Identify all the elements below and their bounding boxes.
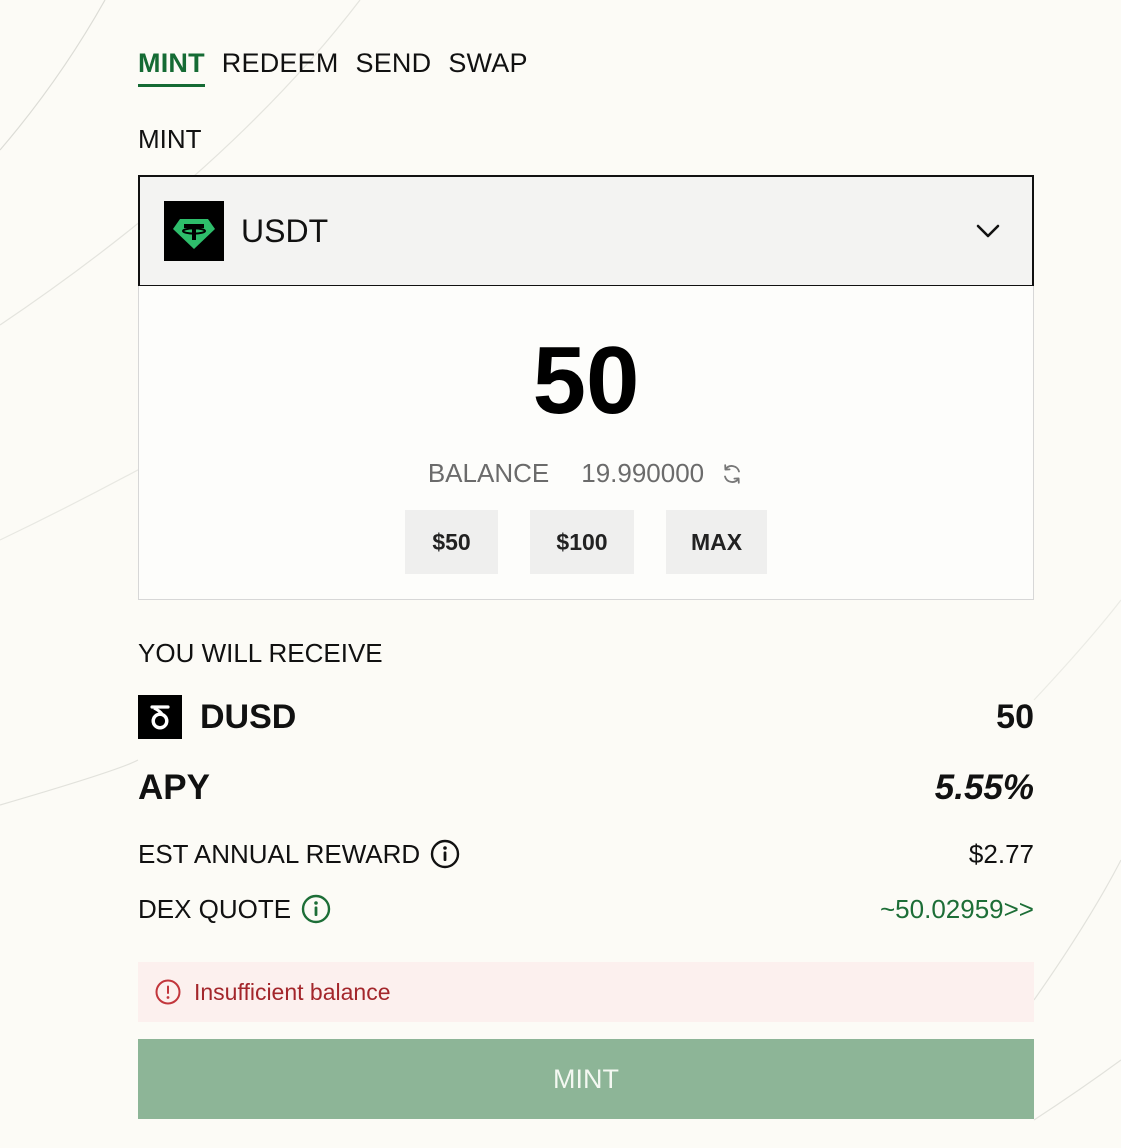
- apy-label: APY: [138, 768, 210, 807]
- dusd-logo-icon: [138, 695, 182, 739]
- receive-section-label: YOU WILL RECEIVE: [138, 638, 383, 668]
- mint-button[interactable]: MINT: [138, 1039, 1034, 1119]
- info-icon[interactable]: [430, 839, 460, 869]
- tab-mint[interactable]: MINT: [138, 46, 205, 87]
- receive-token-symbol: DUSD: [200, 697, 297, 736]
- token-select-dropdown[interactable]: USDT: [138, 175, 1034, 287]
- tab-redeem[interactable]: REDEEM: [222, 46, 339, 87]
- error-alert: Insufficient balance: [138, 962, 1034, 1022]
- balance-row: BALANCE 19.990000: [139, 458, 1033, 489]
- est-annual-reward-value: $2.77: [968, 838, 1034, 869]
- est-annual-reward-label: EST ANNUAL REWARD: [138, 838, 421, 869]
- dex-quote-link[interactable]: ~50.02959>>: [880, 894, 1034, 925]
- tab-swap[interactable]: SWAP: [448, 46, 527, 87]
- alert-circle-icon: [155, 979, 181, 1005]
- dex-quote-label: DEX QUOTE: [138, 893, 292, 924]
- amount-input[interactable]: 50: [139, 326, 1033, 436]
- receive-token-row: DUSD 50: [138, 694, 1034, 740]
- balance-value: 19.990000: [581, 458, 705, 488]
- max-button[interactable]: MAX: [666, 510, 767, 574]
- tab-send[interactable]: SEND: [356, 46, 432, 87]
- chevron-down-icon: [976, 224, 1000, 238]
- info-icon[interactable]: [301, 894, 331, 924]
- selected-token-symbol: USDT: [241, 212, 329, 249]
- est-annual-reward-row: EST ANNUAL REWARD $2.77: [138, 836, 1034, 872]
- tab-bar: MINT REDEEM SEND SWAP: [138, 46, 545, 87]
- refresh-icon[interactable]: [720, 462, 744, 486]
- amount-input-panel: 50 BALANCE 19.990000 $50 $100 MAX: [138, 286, 1034, 600]
- dex-quote-row: DEX QUOTE ~50.02959>>: [138, 891, 1034, 927]
- quick-amount-100-button[interactable]: $100: [530, 510, 634, 574]
- quick-amount-buttons: $50 $100 MAX: [405, 510, 767, 574]
- mint-section-label: MINT: [138, 124, 202, 154]
- tether-logo-icon: [164, 201, 224, 261]
- balance-label: BALANCE: [427, 458, 550, 488]
- quick-amount-50-button[interactable]: $50: [405, 510, 498, 574]
- receive-amount: 50: [996, 697, 1034, 736]
- apy-row: APY 5.55%: [138, 768, 1034, 814]
- apy-value: 5.55%: [934, 768, 1034, 807]
- error-message: Insufficient balance: [194, 978, 391, 1005]
